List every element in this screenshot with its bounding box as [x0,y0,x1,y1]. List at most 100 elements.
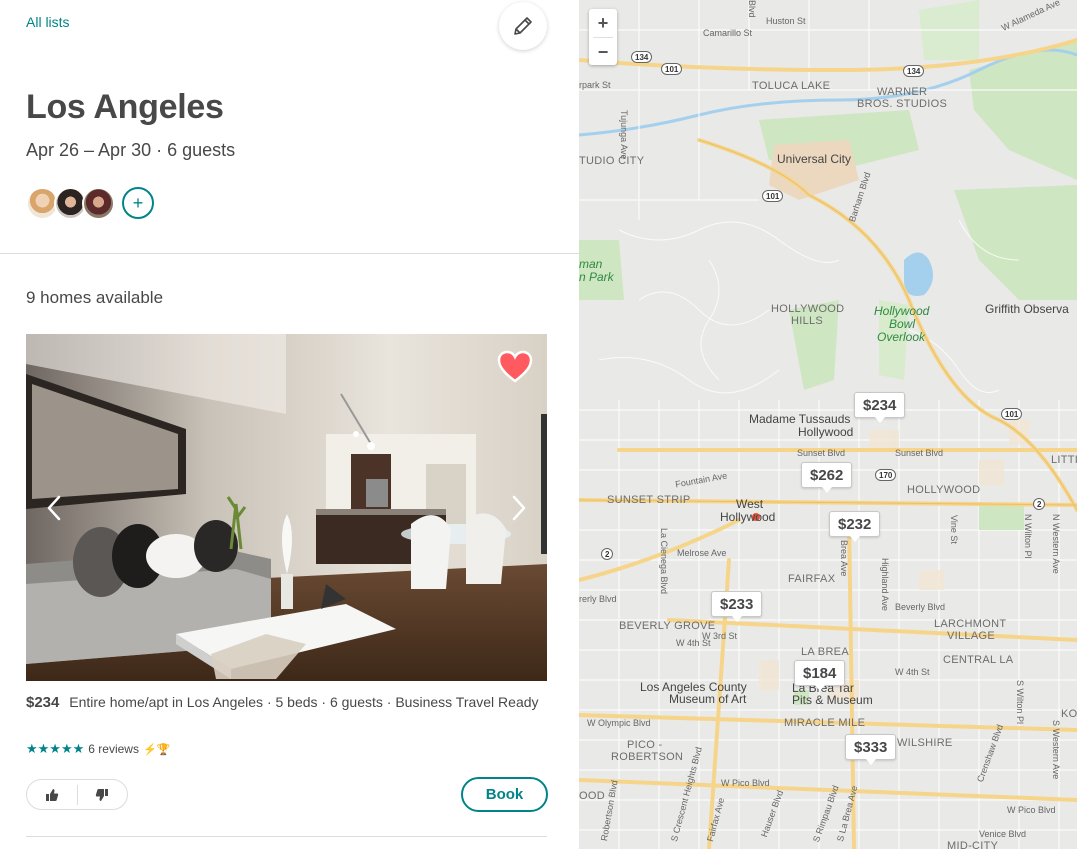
guest-avatars: + [26,186,154,220]
map-label: HOLLYWOOD [907,484,981,496]
all-lists-link[interactable]: All lists [26,14,70,30]
price-pin[interactable]: $234 [854,392,906,423]
map-label: Hollywood [720,510,776,524]
book-button[interactable]: Book [461,777,548,812]
zoom-in-button[interactable]: + [589,9,617,37]
map-label: LA BREA [801,646,849,658]
price-pin[interactable]: $233 [711,591,763,622]
map-label: Hollywood [798,425,854,439]
street-label: Venice Blvd [979,829,1027,839]
street-label: Beverly Blvd [895,602,946,612]
map-label: BROS. STUDIOS [857,98,948,110]
map-label: BEVERLY GROVE [619,620,716,632]
listing-divider [26,836,547,837]
listing-rating: ★★★★★ 6 reviews ⚡🏆 [26,741,170,757]
map-label: ROBERTSON [611,751,684,763]
street-label: Sunset Blvd [895,448,944,458]
thumbs-up-icon [45,788,58,801]
map-label: HILLS [791,315,824,327]
trip-title: Los Angeles [26,88,224,126]
street-label: Tujunga Ave [619,110,629,160]
highway-shield: 170 [875,469,897,481]
chevron-left-icon[interactable] [40,493,70,523]
map-label: KO [1061,708,1077,720]
price-pin[interactable]: $184 [794,660,846,691]
heart-icon[interactable] [497,350,533,384]
thumbs-down-icon [96,788,109,801]
street-label: N Wilton Pl [1023,514,1033,559]
street-label: Camarillo St [703,28,753,38]
edit-list-button[interactable] [499,2,547,50]
map-label: PICO - [627,739,663,751]
map-label: Overlook [877,330,926,344]
map-label: LARCHMONT [934,618,1007,630]
map-label: LITTI [1051,454,1077,466]
street-label: S Western Ave [1051,720,1061,780]
map-label: TOLUCA LAKE [752,80,831,92]
map-label: Pits & Museum [792,693,873,707]
app-root: All lists Los Angeles Apr 26 – Apr 30 · … [0,0,1077,849]
highway-shield: 134 [903,65,925,77]
street-label: W 4th St [676,638,711,648]
zoom-out-button[interactable]: − [589,38,617,66]
map-label: Universal City [777,152,852,166]
map-label: HOLLYWOOD [771,303,845,315]
price-pin[interactable]: $232 [829,511,881,542]
pencil-icon [514,17,532,35]
wishlist-panel: All lists Los Angeles Apr 26 – Apr 30 · … [0,0,579,849]
street-label: W Pico Blvd [1007,805,1056,815]
chevron-right-icon[interactable] [503,493,533,523]
section-divider [0,253,579,254]
street-label: W Olympic Blvd [587,718,651,728]
avatar[interactable] [82,186,115,220]
listing-photo-image [26,334,547,681]
thumbs-up-button[interactable] [27,780,77,809]
street-label: W Pico Blvd [721,778,770,788]
street-label: S Wilton Pl [1015,680,1025,725]
street-label: Highland Ave [880,558,890,611]
listing-price: $234 [26,694,60,711]
add-guest-button[interactable]: + [122,187,154,219]
map-label: man [579,257,603,271]
star-rating-icon: ★★★★★ [26,741,85,756]
map-label: CENTRAL LA [943,654,1014,666]
map-label: WILSHIRE [897,737,953,749]
highway-shield: 101 [762,190,784,202]
trip-dates-guests: Apr 26 – Apr 30 · 6 guests [26,140,236,160]
map-label: VILLAGE [947,630,995,642]
map-label: MID-CITY [947,840,999,849]
review-count: 6 reviews [88,742,139,756]
map-label: West [736,497,764,511]
price-pin[interactable]: $262 [801,462,853,493]
highway-shield: 101 [1001,408,1023,420]
street-label: rpark St [579,80,611,90]
map-label: TUDIO CITY [579,155,645,167]
map-zoom-control: + − [589,9,617,65]
price-pin[interactable]: $333 [845,734,897,765]
street-label: La Cienega Blvd [659,528,669,595]
listing-details: Entire home/apt in Los Angeles · 5 beds … [69,694,539,710]
highway-shield: 101 [661,63,683,75]
map-label: n Park [579,270,614,284]
map-label: Museum of Art [669,692,747,706]
map-label: Madame Tussauds [749,412,851,426]
highway-shield: 134 [631,51,653,63]
thumbs-down-button[interactable] [77,780,127,809]
map-label: WARNER [877,86,928,98]
map-label: Hollywood [874,304,930,318]
street-label: rerly Blvd [579,594,617,604]
map-label: Bowl [889,317,916,331]
map-label: OOD [579,790,605,802]
badge-icons: ⚡🏆 [142,743,171,756]
map-label: MIRACLE MILE [784,717,866,729]
street-label: Blvd [747,0,757,18]
street-label: Vine St [949,515,959,544]
street-label: Sunset Blvd [797,448,846,458]
street-label: Brea Ave [839,540,849,577]
homes-count: 9 homes available [26,288,164,307]
listing-photo[interactable] [26,334,547,681]
street-label: Melrose Ave [677,548,727,558]
map-view[interactable]: TOLUCA LAKE WARNER BROS. STUDIOS TUDIO C… [579,0,1077,849]
map-label: FAIRFAX [788,573,836,585]
listing-description[interactable]: $234 Entire home/apt in Los Angeles · 5 … [26,692,547,713]
